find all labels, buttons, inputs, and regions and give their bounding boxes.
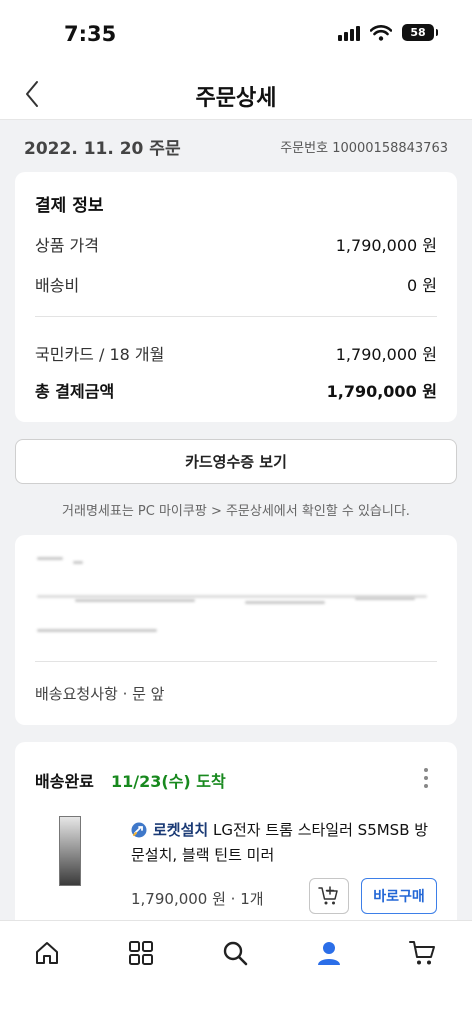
product-price-label: 상품 가격 bbox=[35, 236, 99, 255]
order-number: 주문번호 10000158843763 bbox=[280, 141, 448, 156]
shipping-fee-row: 배송비 0 원 bbox=[35, 272, 437, 296]
product-price-value: 1,790,000 원 bbox=[335, 236, 437, 255]
tab-cart[interactable] bbox=[407, 937, 439, 969]
product-price-row: 상품 가격 1,790,000 원 bbox=[35, 232, 437, 256]
status-icons: 58 bbox=[338, 24, 438, 41]
bottom-tab-bar bbox=[0, 920, 472, 1024]
home-icon bbox=[36, 942, 58, 964]
card-payment-value: 1,790,000 원 bbox=[335, 345, 437, 364]
tab-search[interactable] bbox=[219, 937, 251, 969]
page-title: 주문상세 bbox=[195, 86, 277, 111]
card-receipt-button[interactable]: 카드영수증 보기 bbox=[15, 439, 457, 484]
status-bar: 7:35 58 bbox=[0, 0, 472, 70]
status-time: 7:35 bbox=[64, 22, 117, 46]
total-payment-value: 1,790,000 원 bbox=[326, 382, 437, 401]
payment-info-title: 결제 정보 bbox=[35, 196, 104, 216]
cellular-signal-icon bbox=[338, 25, 360, 41]
buy-now-button[interactable]: 바로구매 bbox=[361, 878, 437, 914]
more-options-button[interactable] bbox=[421, 766, 431, 790]
payment-info-card: 결제 정보 상품 가격 1,790,000 원 배송비 0 원 국민카드 / 1… bbox=[15, 172, 457, 422]
cart-plus-icon bbox=[318, 886, 338, 905]
card-payment-label: 국민카드 / 18 개월 bbox=[35, 345, 165, 364]
divider bbox=[35, 661, 437, 662]
wifi-icon bbox=[370, 24, 392, 41]
divider bbox=[35, 316, 437, 317]
product-price-quantity: 1,790,000 원 · 1개 bbox=[131, 890, 264, 908]
delivery-status: 배송완료 bbox=[35, 772, 94, 791]
arrival-date: 11/23(수) 도착 bbox=[111, 772, 226, 791]
my-page-icon bbox=[318, 942, 340, 965]
total-payment-row: 총 결제금액 1,790,000 원 bbox=[35, 378, 437, 402]
statement-notice: 거래명세표는 PC 마이쿠팡 > 주문상세에서 확인할 수 있습니다. bbox=[62, 504, 410, 519]
battery-icon: 58 bbox=[402, 24, 438, 41]
shipping-address-card: 배송요청사항 · 문 앞 bbox=[15, 535, 457, 725]
rocket-install-badge: 로켓설치 bbox=[153, 821, 209, 839]
delivery-request: 배송요청사항 · 문 앞 bbox=[35, 685, 165, 703]
total-payment-label: 총 결제금액 bbox=[35, 382, 115, 401]
product-name-link[interactable]: 로켓설치 LG전자 트롬 스타일러 S5MSB 방문설치, 블랙 틴트 미러 bbox=[131, 818, 436, 868]
app-header: 주문상세 bbox=[0, 70, 472, 120]
shipping-fee-value: 0 원 bbox=[407, 276, 437, 295]
card-payment-row: 국민카드 / 18 개월 1,790,000 원 bbox=[35, 341, 437, 365]
category-grid-icon bbox=[129, 941, 153, 965]
product-thumbnail[interactable] bbox=[59, 816, 81, 886]
add-to-cart-button[interactable] bbox=[309, 878, 349, 914]
order-meta: 2022. 11. 20 주문 주문번호 10000158843763 bbox=[0, 120, 472, 170]
tab-category[interactable] bbox=[125, 937, 157, 969]
tab-home[interactable] bbox=[31, 937, 63, 969]
shipment-card: 배송완료 11/23(수) 도착 로켓설치 LG전자 트롬 스타일러 S5MSB… bbox=[15, 742, 457, 942]
shipping-fee-label: 배송비 bbox=[35, 276, 80, 295]
search-icon bbox=[223, 941, 248, 966]
tab-my-page[interactable] bbox=[313, 937, 345, 969]
order-date: 2022. 11. 20 주문 bbox=[24, 139, 181, 159]
cart-icon bbox=[409, 941, 435, 965]
